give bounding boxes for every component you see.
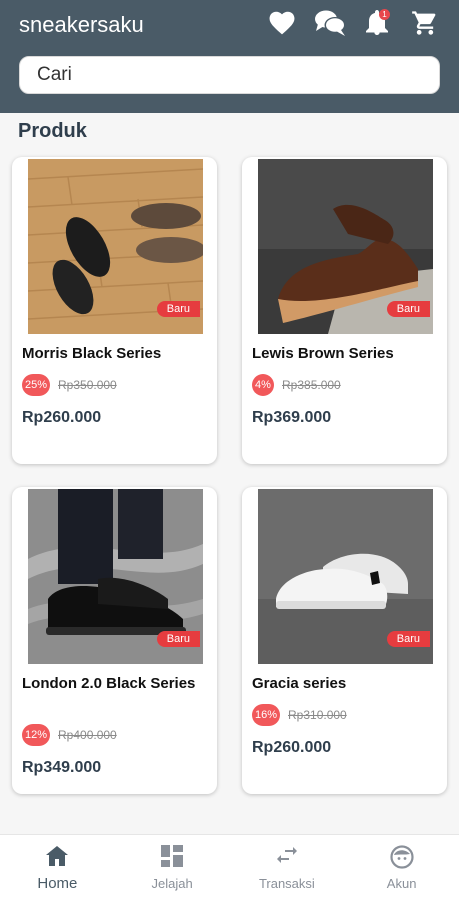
nav-home[interactable]: Home bbox=[0, 835, 115, 900]
original-price: Rp350.000 bbox=[58, 378, 117, 392]
product-price: Rp369.000 bbox=[252, 409, 332, 426]
notification-count-badge: 1 bbox=[379, 9, 390, 20]
discount-badge: 4% bbox=[252, 374, 274, 396]
nav-jelajah[interactable]: Jelajah bbox=[115, 835, 230, 900]
discount-badge: 16% bbox=[252, 704, 280, 726]
nav-jelajah-label: Jelajah bbox=[151, 876, 193, 891]
new-badge: Baru bbox=[156, 631, 200, 647]
app-title: sneakersaku bbox=[19, 12, 144, 37]
product-name: Morris Black Series bbox=[22, 345, 162, 362]
chat-button[interactable] bbox=[313, 8, 347, 38]
product-image: Baru bbox=[258, 489, 433, 664]
cart-button[interactable] bbox=[410, 8, 440, 38]
original-price: Rp385.000 bbox=[282, 378, 341, 392]
product-card[interactable]: Baru London 2.0 Black Series 12% Rp400.0… bbox=[12, 487, 217, 794]
nav-transaksi[interactable]: Transaksi bbox=[230, 835, 345, 900]
heart-icon bbox=[269, 11, 295, 35]
app-header: sneakersaku 1 bbox=[0, 0, 459, 113]
product-image: Baru bbox=[28, 159, 203, 334]
search-input[interactable] bbox=[20, 57, 439, 93]
new-badge: Baru bbox=[386, 301, 430, 317]
bottom-navigation: Home Jelajah Transaksi Akun bbox=[0, 834, 459, 900]
nav-akun[interactable]: Akun bbox=[344, 835, 459, 900]
nav-akun-label: Akun bbox=[386, 876, 417, 891]
original-price: Rp400.000 bbox=[58, 728, 117, 742]
product-name: London 2.0 Black Series bbox=[22, 675, 196, 692]
chat-icon bbox=[314, 10, 345, 36]
product-image: Baru bbox=[28, 489, 203, 664]
discount-badge: 25% bbox=[22, 374, 50, 396]
product-price: Rp349.000 bbox=[22, 759, 102, 776]
product-card[interactable]: Baru Gracia series 16% Rp310.000 Rp260.0… bbox=[242, 487, 447, 794]
nav-home-label: Home bbox=[37, 875, 78, 892]
nav-transaksi-label: Transaksi bbox=[258, 876, 315, 891]
search-bar bbox=[19, 56, 440, 94]
original-price: Rp310.000 bbox=[288, 708, 347, 722]
face-icon bbox=[390, 845, 414, 869]
notifications-button[interactable]: 1 bbox=[362, 8, 392, 38]
product-price: Rp260.000 bbox=[252, 739, 332, 756]
new-badge: Baru bbox=[386, 631, 430, 647]
product-image: Baru bbox=[258, 159, 433, 334]
product-name: Gracia series bbox=[252, 675, 347, 692]
discount-badge: 12% bbox=[22, 724, 50, 746]
section-title: Produk bbox=[18, 120, 87, 142]
cart-icon bbox=[412, 11, 436, 35]
product-price: Rp260.000 bbox=[22, 409, 102, 426]
product-name: Lewis Brown Series bbox=[252, 345, 394, 362]
product-card[interactable]: Baru Lewis Brown Series 4% Rp385.000 Rp3… bbox=[242, 157, 447, 464]
grid-icon bbox=[161, 845, 184, 867]
product-card[interactable]: Baru Morris Black Series 25% Rp350.000 R… bbox=[12, 157, 217, 464]
new-badge: Baru bbox=[156, 301, 200, 317]
home-icon bbox=[46, 846, 69, 866]
swap-icon bbox=[276, 847, 297, 863]
wishlist-button[interactable] bbox=[267, 8, 297, 38]
